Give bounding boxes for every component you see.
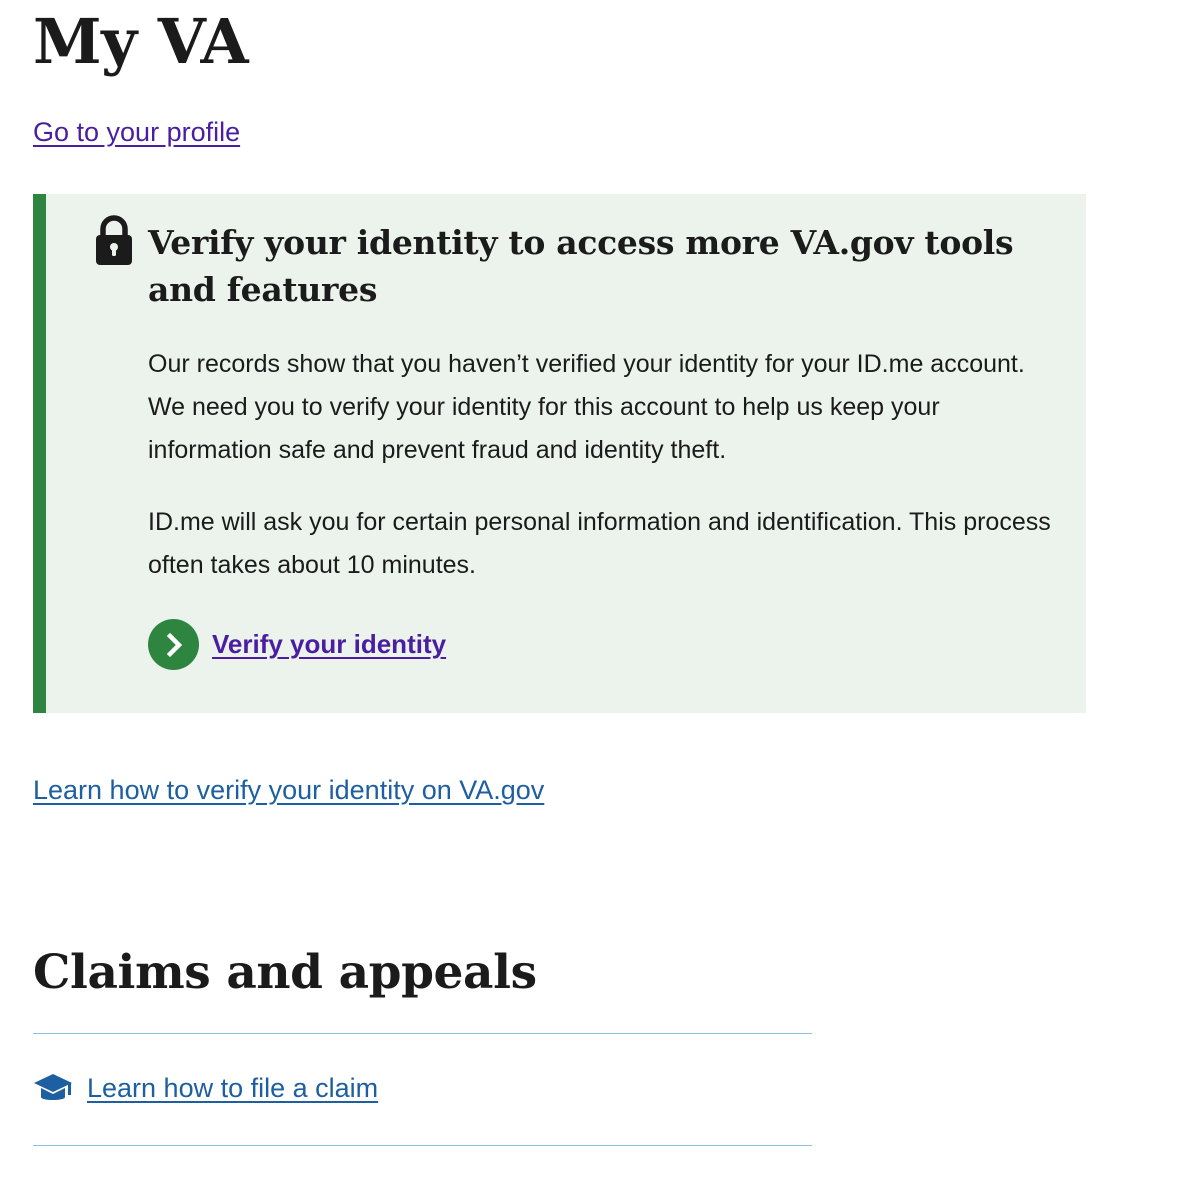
verify-identity-alert: Verify your identity to access more VA.g…: [33, 194, 1086, 713]
chevron-right-icon: [166, 632, 182, 657]
action-circle: [148, 619, 199, 670]
alert-body: Our records show that you haven’t verifi…: [148, 343, 1068, 616]
divider: [33, 1145, 812, 1146]
claims-section-title: Claims and appeals: [33, 945, 537, 1000]
graduation-cap-icon: [34, 1074, 72, 1100]
alert-paragraph-records: Our records show that you haven’t verifi…: [148, 350, 1025, 464]
learn-file-claim-label: Learn how to file a claim: [87, 1073, 379, 1103]
verify-identity-action-link[interactable]: Verify your identity: [148, 619, 446, 670]
divider: [33, 1033, 812, 1034]
alert-heading: Verify your identity to access more VA.g…: [148, 223, 1014, 309]
learn-file-claim-link[interactable]: Learn how to file a claim: [33, 1070, 378, 1106]
go-to-profile-link[interactable]: Go to your profile: [33, 114, 240, 150]
alert-paragraph-idme: ID.me will ask you for certain personal …: [148, 508, 1051, 579]
lock-icon: [96, 215, 132, 265]
page-title: My VA: [33, 5, 249, 78]
verify-identity-label: Verify your identity: [212, 629, 447, 659]
learn-verify-identity-link[interactable]: Learn how to verify your identity on VA.…: [33, 772, 544, 808]
